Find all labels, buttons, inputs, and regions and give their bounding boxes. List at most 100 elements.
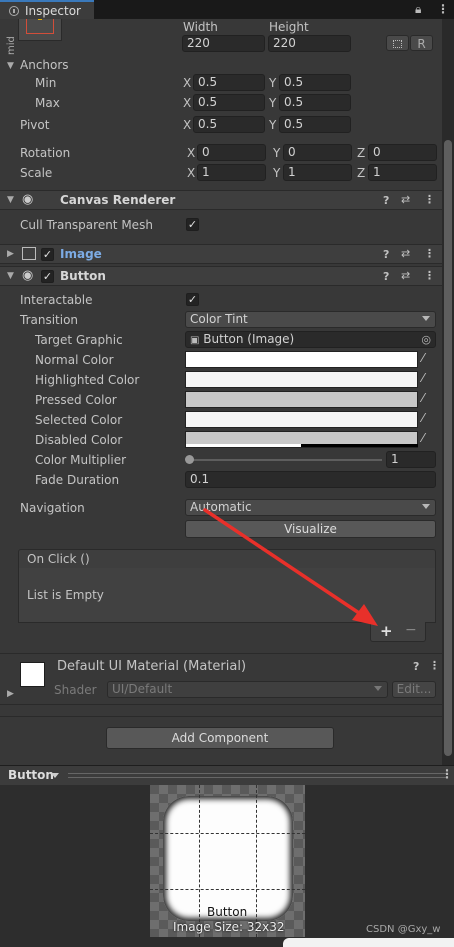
context-menu-icon[interactable]: ⋮ xyxy=(424,269,435,282)
anchor-side-label: mid xyxy=(6,36,17,55)
context-menu-icon[interactable]: ⋮ xyxy=(429,659,440,672)
material-foldout-icon[interactable]: ▶ xyxy=(7,689,14,699)
anchor-max-y-field[interactable]: 0.5 xyxy=(279,94,351,111)
pivot-x-field[interactable]: 0.5 xyxy=(193,116,265,133)
tab-bar: Inspector 🔒︎ ⋮ xyxy=(0,0,454,19)
canvas-renderer-foldout-icon[interactable]: ▼ xyxy=(7,195,14,205)
interactable-checkbox[interactable]: ✓ xyxy=(186,293,199,306)
list-footer: + − xyxy=(370,622,426,642)
slice-guide xyxy=(199,785,200,937)
normal-color-swatch[interactable] xyxy=(185,351,418,368)
scrollbar-thumb[interactable] xyxy=(444,140,452,756)
preset-icon[interactable]: ⇄ xyxy=(401,269,410,282)
pressed-color-swatch[interactable] xyxy=(185,391,418,408)
scale-y-field[interactable]: 1 xyxy=(283,164,352,181)
height-field[interactable]: 220 xyxy=(268,35,351,52)
navigation-dropdown[interactable]: Automatic xyxy=(185,499,436,516)
width-field[interactable]: 220 xyxy=(182,35,265,52)
help-icon[interactable]: ? xyxy=(383,248,389,261)
raw-edit-button[interactable]: R xyxy=(410,35,433,51)
button-title: Button xyxy=(60,269,106,283)
preview-resize-handle[interactable] xyxy=(68,773,448,778)
help-icon[interactable]: ? xyxy=(383,194,389,207)
add-item-button[interactable]: + xyxy=(380,622,393,640)
material-preview-thumbnail[interactable] xyxy=(20,662,45,687)
image-header[interactable]: ▶ ✓ Image ? ⇄ ⋮ xyxy=(0,244,442,264)
add-component-button[interactable]: Add Component xyxy=(106,727,334,749)
fade-duration-label: Fade Duration xyxy=(35,473,120,487)
transition-dropdown[interactable]: Color Tint xyxy=(185,311,436,328)
anchor-min-x-field[interactable]: 0.5 xyxy=(193,74,265,91)
inspector-panel: mid Width Height 220 220 R Anchors ▼ Min… xyxy=(0,19,442,765)
canvas-renderer-header[interactable]: ▼ ◉ Canvas Renderer ? ⇄ ⋮ xyxy=(0,190,442,210)
eyedropper-icon[interactable]: ⁄ xyxy=(422,371,424,385)
shader-value: UI/Default xyxy=(112,682,173,696)
pressed-color-label: Pressed Color xyxy=(35,393,117,407)
tab-inspector-label: Inspector xyxy=(25,4,81,18)
chevron-down-icon[interactable] xyxy=(51,773,59,778)
anchor-min-x-label: X xyxy=(183,76,192,90)
pivot-y-field[interactable]: 0.5 xyxy=(279,116,351,133)
target-graphic-label: Target Graphic xyxy=(35,333,123,347)
selected-color-swatch[interactable] xyxy=(185,411,418,428)
preset-icon[interactable]: ⇄ xyxy=(401,193,410,206)
highlighted-color-swatch[interactable] xyxy=(185,371,418,388)
anchor-preset-button[interactable] xyxy=(18,19,62,41)
color-multiplier-field[interactable]: 1 xyxy=(386,451,436,468)
eyedropper-icon[interactable]: ⁄ xyxy=(422,391,424,405)
slider-handle[interactable] xyxy=(185,455,194,464)
help-icon[interactable]: ? xyxy=(383,270,389,283)
shader-dropdown[interactable]: UI/Default xyxy=(107,681,388,698)
transition-label: Transition xyxy=(20,313,79,327)
anchors-foldout-icon[interactable]: ▼ xyxy=(7,61,14,71)
scale-z-field[interactable]: 1 xyxy=(368,164,437,181)
anchor-min-y-field[interactable]: 0.5 xyxy=(279,74,351,91)
blueprint-mode-button[interactable] xyxy=(386,35,409,51)
edit-shader-button[interactable]: Edit... xyxy=(392,681,436,698)
rotation-z-field[interactable]: 0 xyxy=(368,144,437,161)
rotation-y-field[interactable]: 0 xyxy=(283,144,352,161)
alpha-fill xyxy=(186,444,301,447)
scale-x-field[interactable]: 1 xyxy=(197,164,266,181)
tab-inspector[interactable]: Inspector xyxy=(0,0,94,19)
divider xyxy=(0,704,442,705)
eyedropper-icon[interactable]: ⁄ xyxy=(422,351,424,365)
navigation-value: Automatic xyxy=(190,500,252,514)
context-menu-icon[interactable]: ⋮ xyxy=(424,247,435,260)
cull-transparent-mesh-checkbox[interactable]: ✓ xyxy=(186,218,199,231)
visualize-button[interactable]: Visualize xyxy=(185,520,436,538)
kebab-menu-icon[interactable]: ⋮ xyxy=(441,767,453,781)
image-foldout-icon[interactable]: ▶ xyxy=(7,249,14,259)
kebab-menu-icon[interactable]: ⋮ xyxy=(437,2,449,16)
target-graphic-field[interactable]: ▣ Button (Image) ◎ xyxy=(185,331,436,348)
button-foldout-icon[interactable]: ▼ xyxy=(7,271,14,281)
help-icon[interactable]: ? xyxy=(413,660,419,673)
color-multiplier-slider[interactable] xyxy=(188,459,382,461)
pivot-label: Pivot xyxy=(20,118,50,132)
object-picker-icon[interactable]: ◎ xyxy=(421,332,431,347)
remove-item-button[interactable]: − xyxy=(405,622,417,638)
button-enabled-checkbox[interactable]: ✓ xyxy=(41,270,54,283)
navigation-label: Navigation xyxy=(20,501,85,515)
eyedropper-icon[interactable]: ⁄ xyxy=(422,431,424,445)
fade-duration-field[interactable]: 0.1 xyxy=(185,471,436,488)
image-enabled-checkbox[interactable]: ✓ xyxy=(41,248,54,261)
preset-icon[interactable]: ⇄ xyxy=(401,247,410,260)
anchor-min-y-label: Y xyxy=(269,76,277,90)
lock-icon[interactable]: 🔒︎ xyxy=(415,2,421,17)
selected-color-label: Selected Color xyxy=(35,413,123,427)
eyedropper-icon[interactable]: ⁄ xyxy=(422,411,424,425)
scale-z-label: Z xyxy=(357,166,366,180)
list-empty-label: List is Empty xyxy=(27,588,104,602)
on-click-header: On Click () xyxy=(18,549,436,569)
shader-label: Shader xyxy=(54,683,97,697)
rotation-x-field[interactable]: 0 xyxy=(197,144,266,161)
anchor-max-x-field[interactable]: 0.5 xyxy=(193,94,265,111)
scale-x-label: X xyxy=(187,166,196,180)
disabled-color-swatch[interactable] xyxy=(185,431,418,448)
context-menu-icon[interactable]: ⋮ xyxy=(424,193,435,206)
transition-value: Color Tint xyxy=(190,312,248,326)
button-header[interactable]: ▼ ◉ ✓ Button ? ⇄ ⋮ xyxy=(0,266,442,286)
preview-object-dropdown[interactable]: Button xyxy=(8,768,54,782)
width-label: Width xyxy=(183,20,218,34)
